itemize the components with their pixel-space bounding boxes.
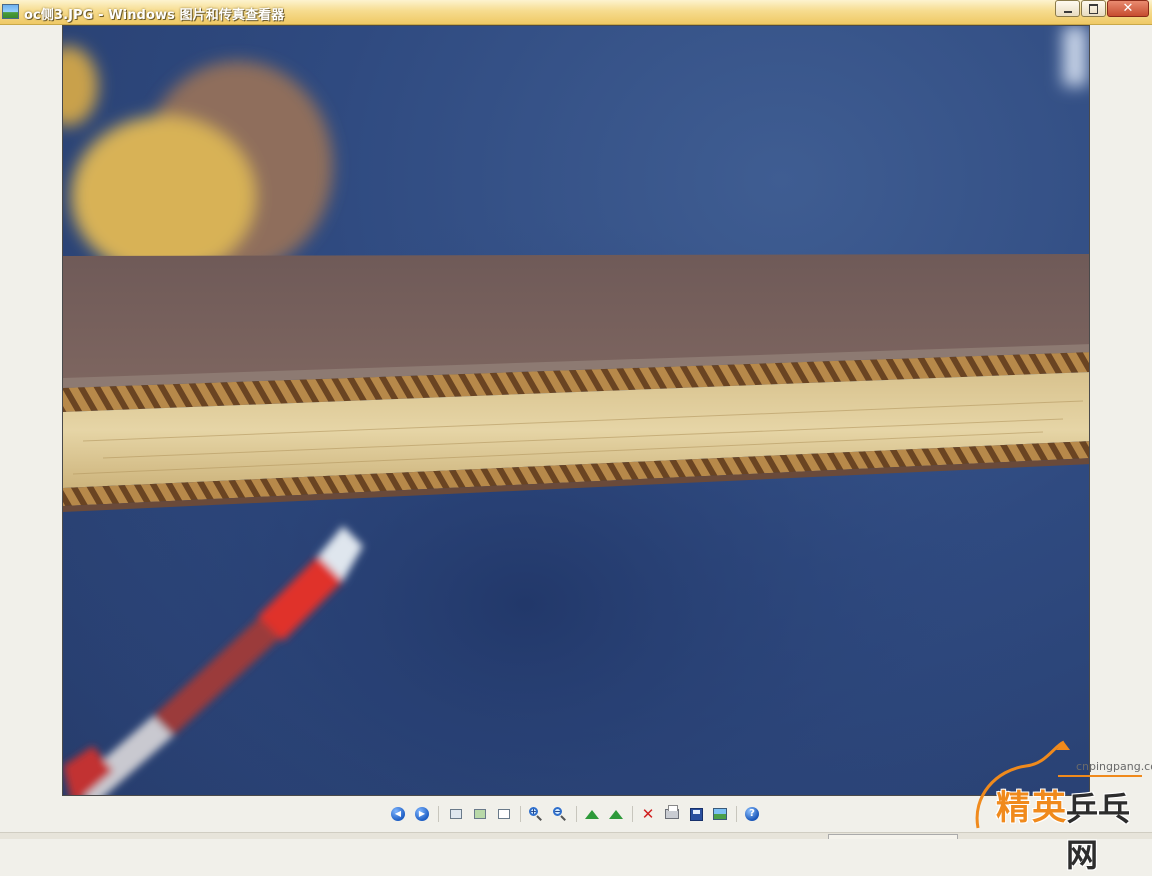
zoom-out-button[interactable]: − bbox=[550, 804, 570, 824]
actual-size-icon bbox=[474, 809, 486, 819]
minimize-button[interactable] bbox=[1055, 0, 1080, 17]
zoom-in-icon: + bbox=[529, 807, 543, 821]
photo-image bbox=[63, 26, 1089, 795]
print-button[interactable] bbox=[662, 804, 682, 824]
delete-icon: ✕ bbox=[641, 804, 655, 823]
next-image-button[interactable]: ▶ bbox=[412, 804, 432, 824]
slideshow-button[interactable] bbox=[494, 804, 514, 824]
watermark-char-jing: 精 bbox=[996, 788, 1030, 828]
previous-image-icon: ◀ bbox=[391, 807, 405, 821]
zoom-handle bbox=[536, 815, 542, 821]
picture-viewer-icon bbox=[2, 4, 19, 19]
toolbar-separator bbox=[520, 806, 521, 822]
maximize-icon bbox=[1089, 3, 1098, 14]
rotate-clockwise-button[interactable] bbox=[582, 804, 602, 824]
toolbar-separator bbox=[438, 806, 439, 822]
watermark-char-ying: 英 bbox=[1032, 788, 1066, 828]
zoom-handle bbox=[560, 815, 566, 821]
close-icon: ✕ bbox=[1122, 1, 1134, 16]
rotate-clockwise-icon bbox=[585, 809, 599, 819]
title-bar: oc侧3.JPG - Windows 图片和传真查看器 ✕ bbox=[0, 0, 1152, 25]
copy-to-icon bbox=[689, 807, 703, 821]
help-icon: ? bbox=[745, 807, 759, 821]
delete-button[interactable]: ✕ bbox=[638, 804, 658, 824]
taskbar-tab bbox=[828, 834, 958, 839]
next-image-icon: ▶ bbox=[415, 807, 429, 821]
print-icon bbox=[665, 805, 679, 819]
previous-image-button[interactable]: ◀ bbox=[388, 804, 408, 824]
minimize-icon bbox=[1063, 10, 1072, 13]
open-for-editing-button[interactable] bbox=[710, 804, 730, 824]
slideshow-icon bbox=[498, 809, 510, 819]
open-for-editing-icon bbox=[713, 808, 727, 820]
maximize-button[interactable] bbox=[1081, 0, 1106, 17]
watermark-url: cnpingpang.com bbox=[1076, 760, 1152, 773]
toolbar-separator bbox=[576, 806, 577, 822]
window-title: oc侧3.JPG - Windows 图片和传真查看器 bbox=[24, 8, 285, 23]
site-watermark: cnpingpang.com 精 英 乒乓网 bbox=[966, 736, 1152, 874]
watermark-pingpang: 乒乓网 bbox=[1066, 790, 1131, 874]
toolbar-separator bbox=[632, 806, 633, 822]
close-button[interactable]: ✕ bbox=[1107, 0, 1149, 17]
zoom-out-icon: − bbox=[553, 807, 567, 821]
zoom-in-button[interactable]: + bbox=[526, 804, 546, 824]
best-fit-button[interactable] bbox=[446, 804, 466, 824]
copy-to-button[interactable] bbox=[686, 804, 706, 824]
help-button[interactable]: ? bbox=[742, 804, 762, 824]
toolbar-separator bbox=[736, 806, 737, 822]
image-display bbox=[62, 25, 1090, 796]
viewer-toolbar: ◀ ▶ + − ✕ ? bbox=[388, 804, 768, 826]
best-fit-icon bbox=[450, 809, 462, 819]
rotate-counterclockwise-button[interactable] bbox=[606, 804, 626, 824]
rotate-counterclockwise-icon bbox=[609, 809, 623, 819]
actual-size-button[interactable] bbox=[470, 804, 490, 824]
